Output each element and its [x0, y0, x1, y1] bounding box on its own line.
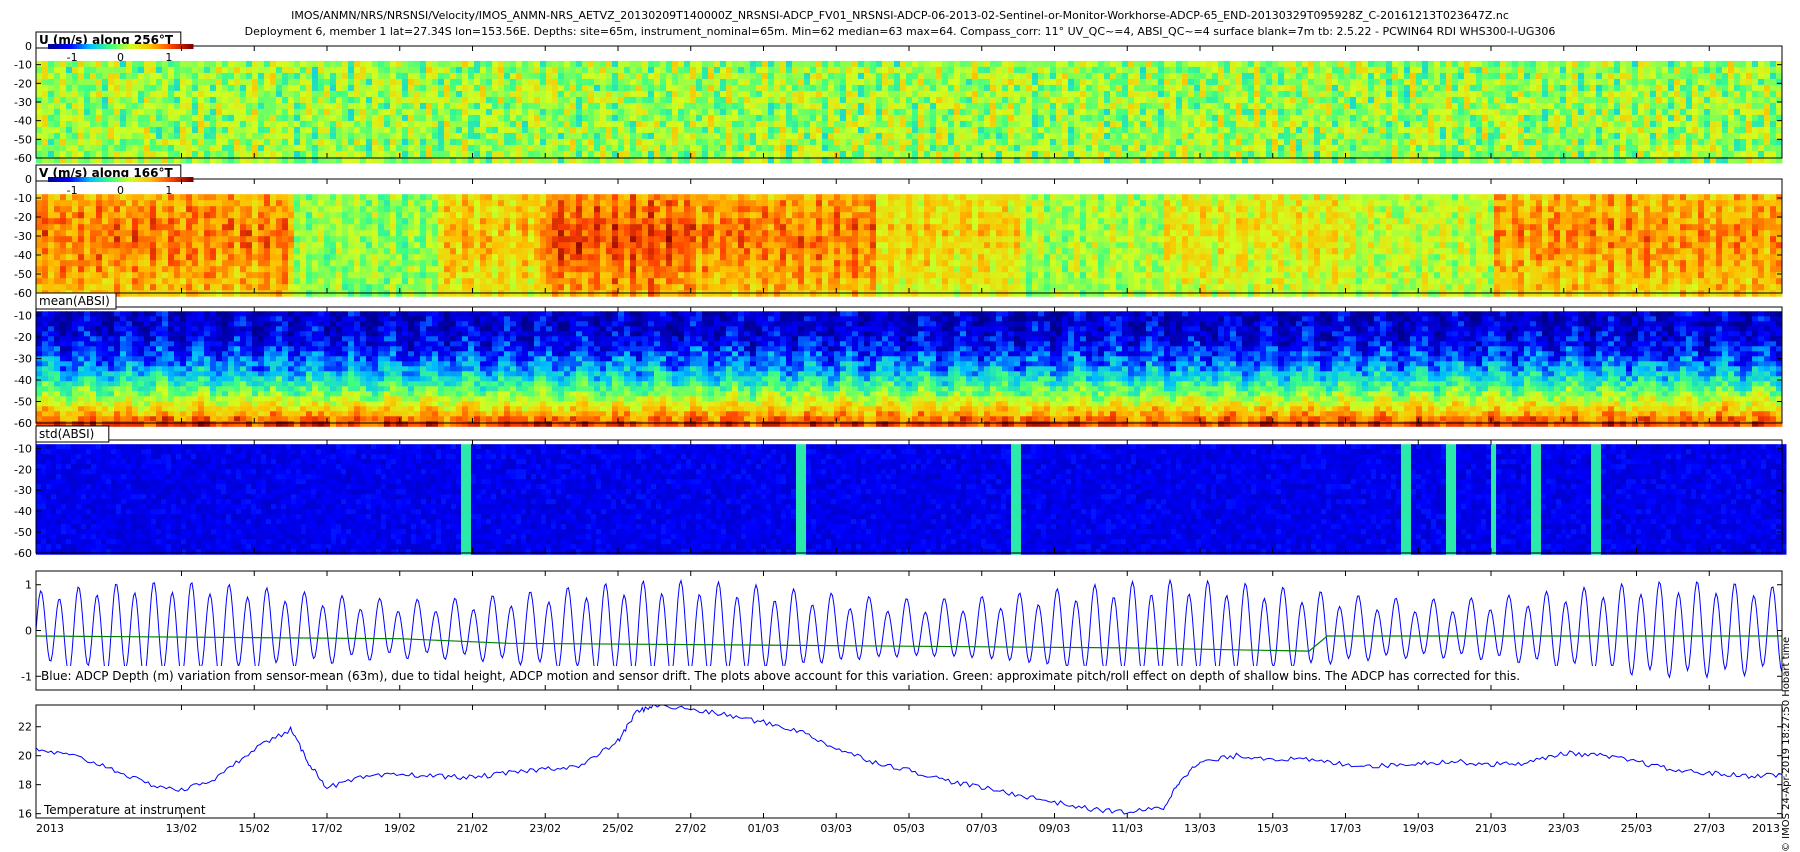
colorbar-segment — [190, 44, 194, 49]
y-tick-label: -10 — [14, 442, 32, 455]
x-tick-label: 19/02 — [384, 822, 416, 835]
x-start-year-label: 2013 — [36, 822, 64, 835]
y-tick-label: -1 — [21, 670, 32, 683]
x-tick-label: 15/02 — [238, 822, 270, 835]
x-tick-label: 11/03 — [1111, 822, 1143, 835]
y-tick-label: -30 — [14, 96, 32, 109]
colorbar-tick-label: 1 — [165, 51, 172, 64]
y-tick-label: 0 — [25, 173, 32, 186]
x-tick-label: 09/03 — [1039, 822, 1071, 835]
copyright-note: © IMOS 24-Apr-2019 18:27:50 Hobart time — [1781, 637, 1792, 852]
x-tick-label: 15/03 — [1257, 822, 1289, 835]
v-velocity-heatmap — [36, 194, 1783, 297]
y-tick-label: 22 — [18, 721, 32, 734]
depth-caption-text: Blue: ADCP Depth (m) variation from sens… — [41, 669, 1520, 683]
x-tick-label: 27/02 — [675, 822, 707, 835]
y-tick-label: -50 — [14, 396, 32, 409]
mean-absi-heatmap — [36, 311, 1783, 427]
y-tick-label: -30 — [14, 484, 32, 497]
y-tick-label: -50 — [14, 268, 32, 281]
y-tick-label: -10 — [14, 310, 32, 323]
y-tick-label: 20 — [18, 750, 32, 763]
x-tick-label: 17/03 — [1330, 822, 1362, 835]
x-end-year-label: 2013 — [1752, 822, 1780, 835]
y-tick-label: -60 — [14, 287, 32, 300]
y-tick-label: -50 — [14, 526, 32, 539]
x-tick-label: 23/03 — [1548, 822, 1580, 835]
x-tick-label: 23/02 — [529, 822, 561, 835]
y-tick-label: -40 — [14, 249, 32, 262]
x-tick-label: 19/03 — [1402, 822, 1434, 835]
std-absi-heatmap — [36, 444, 1787, 555]
y-tick-label: -20 — [14, 331, 32, 344]
colorbar-tick-label: -1 — [67, 51, 78, 64]
y-tick-label: -40 — [14, 374, 32, 387]
x-tick-label: 25/02 — [602, 822, 634, 835]
y-tick-label: -30 — [14, 353, 32, 366]
y-tick-label: -60 — [14, 152, 32, 165]
colorbar-segment — [190, 177, 194, 182]
x-tick-label: 05/03 — [893, 822, 925, 835]
y-tick-label: 0 — [25, 625, 32, 638]
x-tick-label: 21/02 — [457, 822, 489, 835]
colorbar-tick-label: 0 — [117, 184, 124, 197]
chart-figure: Blue: ADCP Depth (m) variation from sens… — [14, 31, 1787, 835]
y-tick-label: -60 — [14, 417, 32, 430]
panel-background-6 — [36, 705, 1782, 818]
panel-label-3: mean(ABSI) — [39, 294, 110, 308]
x-tick-label: 13/03 — [1184, 822, 1216, 835]
x-tick-label: 01/03 — [748, 822, 780, 835]
x-tick-label: 13/02 — [166, 822, 198, 835]
x-tick-label: 03/03 — [820, 822, 852, 835]
colorbar-tick-label: 1 — [165, 184, 172, 197]
y-tick-label: -20 — [14, 463, 32, 476]
y-tick-label: 16 — [18, 808, 32, 821]
y-tick-label: -60 — [14, 547, 32, 560]
y-tick-label: 0 — [25, 40, 32, 53]
x-tick-label: 21/03 — [1475, 822, 1507, 835]
y-tick-label: -20 — [14, 77, 32, 90]
panel-label-4: std(ABSI) — [39, 427, 94, 441]
y-tick-label: -40 — [14, 115, 32, 128]
x-tick-label: 25/03 — [1621, 822, 1653, 835]
y-tick-label: -10 — [14, 59, 32, 72]
y-tick-label: -30 — [14, 230, 32, 243]
u-velocity-heatmap — [36, 60, 1783, 164]
y-tick-label: 18 — [18, 779, 32, 792]
y-tick-label: -40 — [14, 505, 32, 518]
y-tick-label: -50 — [14, 133, 32, 146]
x-tick-label: 27/03 — [1693, 822, 1725, 835]
x-tick-label: 17/02 — [311, 822, 343, 835]
y-tick-label: 1 — [25, 579, 32, 592]
y-tick-label: -10 — [14, 192, 32, 205]
x-tick-label: 07/03 — [966, 822, 998, 835]
y-tick-label: -20 — [14, 211, 32, 224]
colorbar-tick-label: 0 — [117, 51, 124, 64]
colorbar-tick-label: -1 — [67, 184, 78, 197]
